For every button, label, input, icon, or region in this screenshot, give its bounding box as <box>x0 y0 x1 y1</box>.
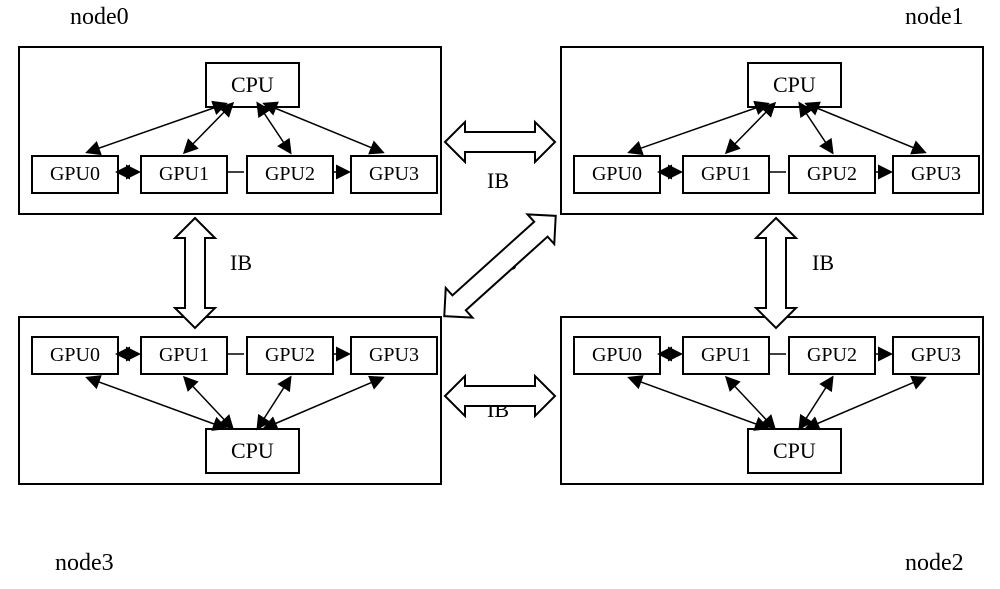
node1-cpu: CPU <box>747 62 842 108</box>
node1-gpu2: GPU2 <box>788 155 876 194</box>
label-node1: node1 <box>905 4 964 31</box>
node1-gpu3: GPU3 <box>892 155 980 194</box>
node2-gpu2: GPU2 <box>788 336 876 375</box>
ib-label-right: IB <box>812 250 834 276</box>
ib-arrow-left <box>175 218 215 328</box>
node0-gpu2: GPU2 <box>246 155 334 194</box>
node2-cpu: CPU <box>747 428 842 474</box>
ib-label-diag: IB <box>495 250 517 276</box>
node3-gpu3: GPU3 <box>350 336 438 375</box>
ib-label-top: IB <box>487 168 509 194</box>
node2-gpu1: GPU1 <box>682 336 770 375</box>
ib-label-bottom: IB <box>487 397 509 423</box>
node0-gpu0: GPU0 <box>31 155 119 194</box>
node3-gpu0: GPU0 <box>31 336 119 375</box>
node2-gpu0: GPU0 <box>573 336 661 375</box>
node2-gpu3: GPU3 <box>892 336 980 375</box>
node0-gpu3: GPU3 <box>350 155 438 194</box>
node0-gpu1: GPU1 <box>140 155 228 194</box>
diagram-canvas: node0 node1 node3 node2 CPU GPU0 GPU1 GP… <box>0 0 1000 589</box>
node1-gpu1: GPU1 <box>682 155 770 194</box>
ib-label-left: IB <box>230 250 252 276</box>
node0-cpu: CPU <box>205 62 300 108</box>
ib-arrow-top <box>445 122 555 162</box>
node1-gpu0: GPU0 <box>573 155 661 194</box>
node3-cpu: CPU <box>205 428 300 474</box>
label-node2: node2 <box>905 550 964 577</box>
label-node3: node3 <box>55 550 114 577</box>
node3-gpu1: GPU1 <box>140 336 228 375</box>
ib-arrow-right <box>756 218 796 328</box>
node3-gpu2: GPU2 <box>246 336 334 375</box>
label-node0: node0 <box>70 4 129 31</box>
